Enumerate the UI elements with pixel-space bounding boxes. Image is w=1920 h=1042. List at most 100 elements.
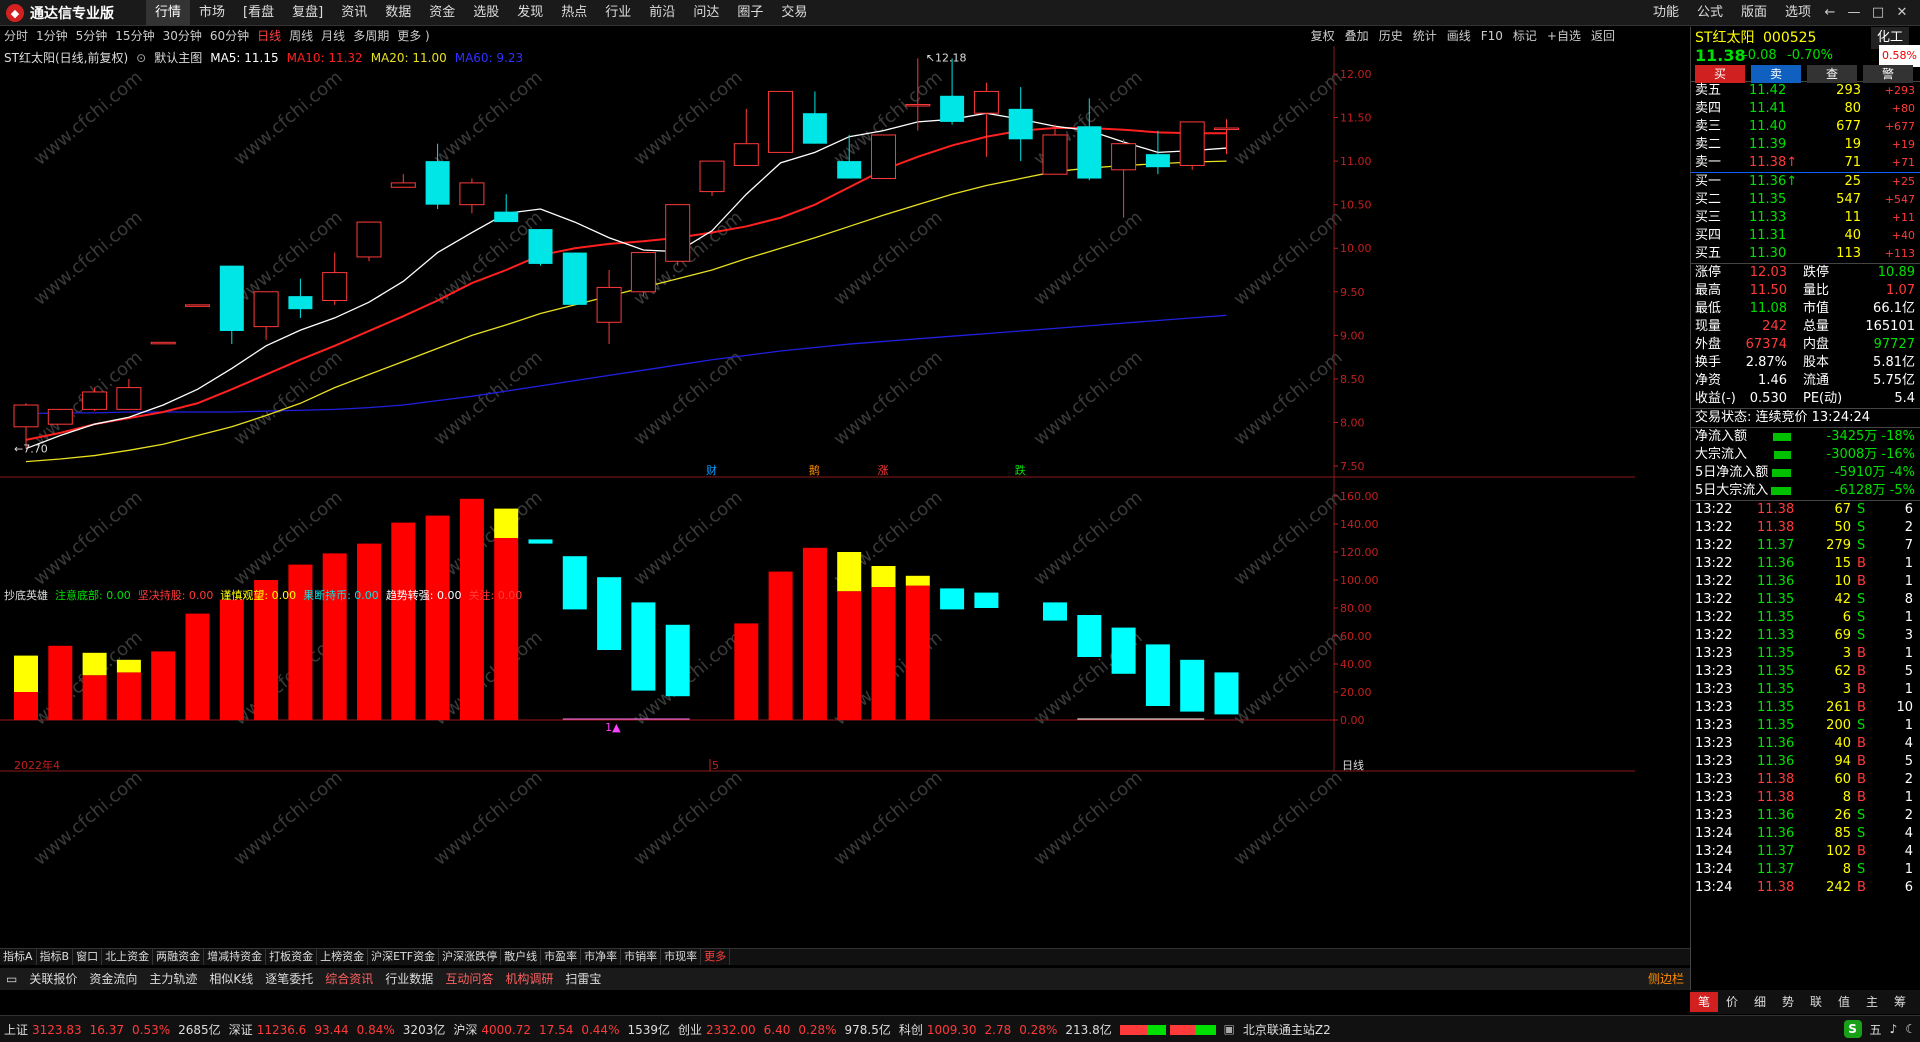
panel-toggle-icon[interactable]: ▭ — [0, 969, 23, 989]
sidebar-toggle-button[interactable]: 侧边栏 — [1642, 969, 1690, 989]
indicator-name[interactable]: 抄底英雄 — [4, 588, 48, 604]
minimize-icon[interactable]: — — [1842, 0, 1866, 26]
period-tab[interactable]: 60分钟 — [206, 27, 253, 46]
indicator-tab[interactable]: 市现率 — [661, 949, 702, 965]
right-menu-item[interactable]: 版面 — [1732, 0, 1776, 26]
indicator-tab[interactable]: 两融资金 — [153, 949, 205, 965]
info-tab[interactable]: 逐笔委托 — [259, 969, 319, 989]
indicator-tab[interactable]: 指标A — [0, 949, 37, 965]
right-menu-item[interactable]: 选项 — [1776, 0, 1820, 26]
chart-tool-button[interactable]: 复权 — [1306, 27, 1340, 46]
close-icon[interactable]: ✕ — [1890, 0, 1914, 26]
tick-direction: S — [1857, 628, 1866, 643]
info-tab[interactable]: 机构调研 — [499, 969, 559, 989]
period-tab[interactable]: 日线 — [253, 27, 285, 46]
menu-item[interactable]: [看盘 — [234, 0, 283, 26]
indicator-tab[interactable]: 指标B — [37, 949, 74, 965]
period-tab[interactable]: 1分钟 — [32, 27, 72, 46]
quote-tab[interactable]: 筹 — [1886, 992, 1914, 1012]
quote-tab[interactable]: 值 — [1830, 992, 1858, 1012]
quote-tab[interactable]: 细 — [1746, 992, 1774, 1012]
menu-item[interactable]: 前沿 — [640, 0, 684, 26]
chart-tool-button[interactable]: 叠加 — [1340, 27, 1374, 46]
period-tab[interactable]: 15分钟 — [111, 27, 158, 46]
status-icon[interactable]: ☾ — [1901, 1022, 1920, 1036]
menu-item[interactable]: 数据 — [376, 0, 420, 26]
indicator-tab[interactable]: 沪深ETF资金 — [368, 949, 440, 965]
index-quote[interactable]: 创业 2332.00 6.40 0.28% 978.5亿 — [674, 1021, 895, 1038]
menu-item[interactable]: 市场 — [190, 0, 234, 26]
right-menu-item[interactable]: 公式 — [1688, 0, 1732, 26]
period-tab[interactable]: 30分钟 — [159, 27, 206, 46]
status-icon[interactable]: 五 — [1866, 1021, 1886, 1038]
s-logo-icon[interactable]: S — [1840, 1020, 1866, 1038]
indicator-tab[interactable]: 沪深涨跌停 — [439, 949, 502, 965]
index-quote[interactable]: 沪深 4000.72 17.54 0.44% 1539亿 — [449, 1021, 674, 1038]
indicator-tab[interactable]: 市净率 — [581, 949, 622, 965]
menu-item[interactable]: 发现 — [508, 0, 552, 26]
chart-tool-button[interactable]: 历史 — [1374, 27, 1408, 46]
indicator-tab[interactable]: 市销率 — [621, 949, 662, 965]
menu-item[interactable]: 热点 — [552, 0, 596, 26]
menu-item[interactable]: 行业 — [596, 0, 640, 26]
menu-item[interactable]: 问达 — [684, 0, 728, 26]
indicator-tab[interactable]: 市盈率 — [541, 949, 582, 965]
quote-tab[interactable]: 联 — [1802, 992, 1830, 1012]
quote-tab[interactable]: 笔 — [1690, 992, 1718, 1012]
indicator-tab[interactable]: 更多 — [701, 949, 731, 965]
menu-item[interactable]: 行情 — [146, 0, 191, 26]
back-icon[interactable]: ← — [1818, 0, 1842, 26]
chart-template[interactable]: 默认主图 — [154, 50, 202, 66]
indicator-tab[interactable]: 散户线 — [501, 949, 542, 965]
stat-label: 涨停 — [1695, 265, 1722, 280]
index-quote[interactable]: 深证 11236.6 93.44 0.84% 3203亿 — [225, 1021, 450, 1038]
indicator-tab[interactable]: 北上资金 — [102, 949, 154, 965]
menu-item[interactable]: 圈子 — [728, 0, 772, 26]
info-tab[interactable]: 资金流向 — [83, 969, 143, 989]
period-tab[interactable]: 更多 ) — [393, 27, 434, 46]
period-tab[interactable]: 月线 — [317, 27, 349, 46]
period-tab[interactable]: 5分钟 — [72, 27, 112, 46]
status-icon[interactable]: ♪ — [1886, 1022, 1902, 1036]
chart-tool-button[interactable]: 画线 — [1442, 27, 1476, 46]
index-quote[interactable]: 上证 3123.83 16.37 0.53% 2685亿 — [0, 1021, 225, 1038]
info-tab[interactable]: 关联报价 — [23, 969, 83, 989]
menu-item[interactable]: 交易 — [772, 0, 816, 26]
info-tab[interactable]: 相似K线 — [203, 969, 259, 989]
period-tab[interactable]: 周线 — [285, 27, 317, 46]
tick-time: 13:22 — [1695, 610, 1733, 625]
buy-button[interactable]: 买 — [1695, 65, 1745, 83]
period-tab[interactable]: 分时 — [0, 27, 32, 46]
query-button[interactable]: 查 — [1807, 65, 1857, 83]
sell-button[interactable]: 卖 — [1751, 65, 1801, 83]
info-tab[interactable]: 互动问答 — [439, 969, 499, 989]
menu-item[interactable]: 复盘] — [283, 0, 332, 26]
menu-item[interactable]: 资金 — [420, 0, 464, 26]
info-tab[interactable]: 主力轨迹 — [143, 969, 203, 989]
quote-tab[interactable]: 势 — [1774, 992, 1802, 1012]
indicator-tab[interactable]: 窗口 — [73, 949, 103, 965]
right-menu-item[interactable]: 功能 — [1644, 0, 1688, 26]
alert-button[interactable]: 警 — [1863, 65, 1913, 83]
info-tab[interactable]: 综合资讯 — [319, 969, 379, 989]
info-tab[interactable]: 行业数据 — [379, 969, 439, 989]
menu-item[interactable]: 资讯 — [332, 0, 376, 26]
maximize-icon[interactable]: □ — [1866, 0, 1890, 26]
chart-template-icon[interactable]: ⊙ — [136, 50, 146, 66]
indicator-tab[interactable]: 上榜资金 — [317, 949, 369, 965]
info-tab[interactable]: 扫雷宝 — [559, 969, 607, 989]
kline-chart-area[interactable]: www.cfchi.com www.cfchi.com www.cfchi.com w… — [0, 46, 1635, 946]
quote-tab[interactable]: 价 — [1718, 992, 1746, 1012]
indicator-tab[interactable]: 打板资金 — [266, 949, 318, 965]
server-name[interactable]: 北京联通主站Z2 — [1239, 1021, 1335, 1038]
index-quote[interactable]: 科创 1009.30 2.78 0.28% 213.8亿 — [895, 1021, 1116, 1038]
chart-tool-button[interactable]: +自选 — [1542, 27, 1586, 46]
quote-tab[interactable]: 主 — [1858, 992, 1886, 1012]
chart-tool-button[interactable]: 返回 — [1586, 27, 1620, 46]
chart-tool-button[interactable]: F10 — [1476, 27, 1508, 46]
chart-tool-button[interactable]: 标记 — [1508, 27, 1542, 46]
menu-item[interactable]: 选股 — [464, 0, 508, 26]
chart-tool-button[interactable]: 统计 — [1408, 27, 1442, 46]
indicator-tab[interactable]: 增减持资金 — [204, 949, 267, 965]
period-tab[interactable]: 多周期 — [349, 27, 393, 46]
